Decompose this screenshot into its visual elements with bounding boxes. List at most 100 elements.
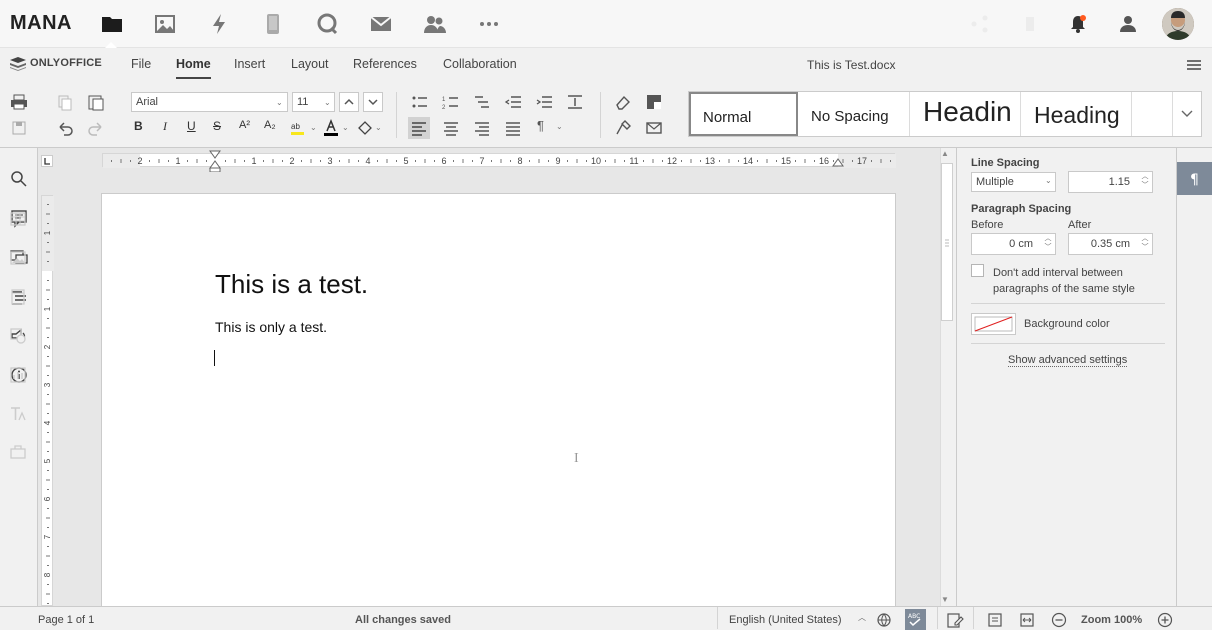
- paste-icon[interactable]: [86, 92, 106, 112]
- document-heading[interactable]: This is a test.: [215, 269, 368, 300]
- redo-icon[interactable]: [86, 118, 106, 138]
- style-heading-2[interactable]: Heading: [1022, 92, 1132, 136]
- superscript-icon[interactable]: A²: [239, 119, 250, 131]
- zoom-in-icon[interactable]: [1156, 611, 1174, 629]
- decrease-font-button[interactable]: [363, 92, 383, 112]
- document-body-text[interactable]: This is only a test.: [215, 319, 327, 335]
- copy-icon[interactable]: [55, 92, 75, 112]
- document-page[interactable]: [101, 193, 896, 613]
- mail-merge-icon[interactable]: [644, 118, 664, 138]
- phone-icon[interactable]: [261, 12, 285, 36]
- save-icon[interactable]: [9, 118, 29, 138]
- link-icon[interactable]: [1018, 12, 1042, 36]
- scrollbar-thumb[interactable]: [941, 163, 953, 321]
- tab-stop-selector-icon[interactable]: [41, 155, 53, 167]
- tab-home[interactable]: Home: [176, 57, 211, 79]
- font-name-select[interactable]: Arial: [131, 92, 288, 112]
- fit-width-icon[interactable]: [1018, 611, 1036, 629]
- style-no-spacing[interactable]: No Spacing: [799, 92, 910, 136]
- increase-indent-icon[interactable]: [534, 92, 554, 112]
- numbered-list-icon[interactable]: 12: [441, 92, 461, 112]
- justify-icon[interactable]: [503, 118, 523, 138]
- page-info[interactable]: Page 1 of 1: [38, 614, 94, 626]
- align-left-button[interactable]: [408, 117, 430, 139]
- bolt-icon[interactable]: [208, 12, 232, 36]
- line-spacing-icon[interactable]: [565, 92, 585, 112]
- style-normal[interactable]: Normal: [689, 92, 798, 136]
- table-settings-icon[interactable]: [8, 209, 28, 229]
- fit-page-icon[interactable]: [986, 611, 1004, 629]
- language-select[interactable]: English (United States): [729, 614, 842, 626]
- format-painter-icon[interactable]: [613, 118, 633, 138]
- zoom-level[interactable]: Zoom 100%: [1081, 614, 1142, 626]
- font-color-chevron-icon[interactable]: ⌄: [342, 123, 349, 132]
- avatar[interactable]: [1162, 8, 1194, 40]
- user-profile-icon[interactable]: [1116, 12, 1140, 36]
- paragraph-marks-icon[interactable]: ¶: [537, 118, 544, 133]
- clear-format-icon[interactable]: [356, 119, 374, 137]
- zoom-out-icon[interactable]: [1050, 611, 1068, 629]
- search-icon[interactable]: [9, 169, 29, 189]
- tab-layout[interactable]: Layout: [291, 57, 329, 79]
- text-art-settings-icon[interactable]: [8, 404, 28, 424]
- font-color-icon[interactable]: [322, 119, 340, 137]
- share-icon[interactable]: [968, 12, 992, 36]
- show-advanced-settings-link[interactable]: Show advanced settings: [1008, 354, 1128, 367]
- right-indent-marker-icon[interactable]: [832, 158, 844, 167]
- track-changes-icon[interactable]: [946, 611, 964, 629]
- tab-file[interactable]: File: [131, 57, 151, 79]
- increase-font-button[interactable]: [339, 92, 359, 112]
- eraser-icon[interactable]: [613, 92, 633, 112]
- styles-expand-button[interactable]: [1174, 92, 1201, 136]
- line-spacing-type-select[interactable]: Multiple: [971, 172, 1056, 192]
- tab-collaboration[interactable]: Collaboration: [443, 57, 517, 79]
- underline-icon[interactable]: U: [187, 119, 196, 133]
- header-footer-settings-icon[interactable]: [8, 287, 28, 307]
- contacts-icon[interactable]: [423, 12, 447, 36]
- spacing-before-spinner-icon[interactable]: ︿ ﹀: [1043, 234, 1053, 254]
- chart-settings-icon[interactable]: [8, 365, 28, 385]
- style-empty-slot[interactable]: [1133, 92, 1173, 136]
- highlight-chevron-icon[interactable]: ⌄: [310, 123, 317, 132]
- subscript-icon[interactable]: A₂: [264, 119, 276, 131]
- shape-settings-icon[interactable]: [8, 326, 28, 346]
- globe-icon[interactable]: [876, 612, 892, 628]
- undo-icon[interactable]: [55, 118, 75, 138]
- mail-icon[interactable]: [369, 12, 393, 36]
- signature-settings-icon[interactable]: [8, 443, 28, 463]
- language-chevron-icon[interactable]: ︿: [858, 612, 866, 623]
- spellcheck-button[interactable]: ABC: [905, 609, 926, 630]
- decrease-indent-icon[interactable]: [503, 92, 523, 112]
- align-right-icon[interactable]: [472, 118, 492, 138]
- app-brand[interactable]: MANA: [10, 12, 72, 35]
- scroll-up-icon[interactable]: ▲: [941, 149, 949, 158]
- chat-icon[interactable]: [315, 12, 339, 36]
- vertical-ruler[interactable]: 1 1 2 3 4 5 6 7 8: [41, 195, 54, 606]
- print-icon[interactable]: [9, 92, 29, 112]
- italic-icon[interactable]: I: [163, 119, 167, 134]
- more-icon[interactable]: [477, 12, 501, 36]
- left-indent-marker-icon[interactable]: [208, 150, 222, 172]
- background-color-swatch[interactable]: [971, 313, 1016, 335]
- style-heading-1[interactable]: Headin: [911, 92, 1021, 136]
- tab-insert[interactable]: Insert: [234, 57, 265, 79]
- paragraph-settings-tab[interactable]: ¶: [1177, 162, 1212, 195]
- clear-format-chevron-icon[interactable]: ⌄: [375, 123, 382, 132]
- no-interval-checkbox[interactable]: [971, 264, 984, 277]
- image-icon[interactable]: [153, 12, 177, 36]
- scroll-down-icon[interactable]: ▼: [941, 595, 949, 604]
- spacing-after-spinner-icon[interactable]: ︿ ﹀: [1140, 234, 1150, 254]
- line-spacing-spinner-icon[interactable]: ︿ ﹀: [1140, 172, 1150, 192]
- tab-references[interactable]: References: [353, 57, 417, 79]
- files-icon[interactable]: [100, 12, 124, 36]
- image-settings-icon[interactable]: [8, 248, 28, 268]
- notification-bell-icon[interactable]: [1066, 12, 1090, 36]
- bold-icon[interactable]: B: [134, 119, 143, 133]
- multilevel-list-icon[interactable]: [472, 92, 492, 112]
- shading-icon[interactable]: [644, 92, 664, 112]
- menu-icon[interactable]: [1186, 58, 1202, 72]
- paragraph-marks-chevron-icon[interactable]: ⌄: [556, 122, 563, 131]
- highlight-icon[interactable]: ab: [289, 119, 309, 137]
- align-center-icon[interactable]: [441, 118, 461, 138]
- bullet-list-icon[interactable]: [410, 92, 430, 112]
